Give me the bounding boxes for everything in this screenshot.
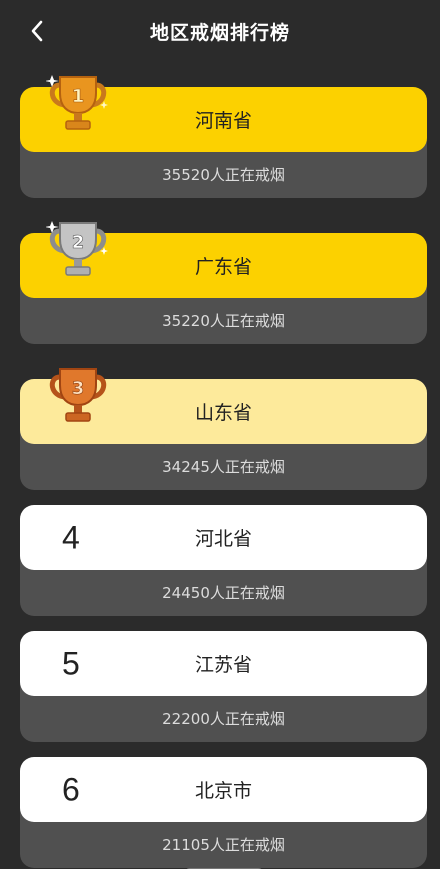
ranking-item-header: 1 河南省	[20, 75, 427, 152]
bronze-trophy-icon: 3	[49, 368, 107, 422]
ranking-item[interactable]: 3 山东省 34245人正在戒烟	[20, 368, 427, 490]
region-name: 北京市	[194, 780, 252, 802]
ranking-item[interactable]: 2 广东省 35220人正在戒烟	[20, 221, 427, 344]
gold-trophy-icon: 1	[46, 75, 108, 130]
region-name: 山东省	[194, 402, 252, 424]
region-name: 广东省	[194, 256, 252, 278]
ranking-item-header: 5 江苏省	[20, 631, 427, 696]
quit-count: 34245人正在戒烟	[162, 458, 285, 476]
svg-text:2: 2	[72, 232, 85, 253]
rank-number: 4	[62, 519, 80, 555]
rank-number: 6	[62, 771, 80, 807]
region-name: 河南省	[194, 110, 252, 132]
region-name: 江苏省	[194, 654, 252, 676]
top-bar: 地区戒烟排行榜	[0, 0, 440, 64]
quit-count: 24450人正在戒烟	[162, 584, 285, 602]
svg-text:1: 1	[72, 86, 85, 107]
silver-trophy-icon: 2	[46, 221, 108, 276]
ranking-item[interactable]: 1 河南省 35520人正在戒烟	[20, 75, 427, 198]
ranking-item-header: 2 广东省	[20, 221, 427, 298]
ranking-item-header: 6 北京市	[20, 757, 427, 822]
quit-count: 22200人正在戒烟	[162, 710, 285, 728]
ranking-item[interactable]: 6 北京市 21105人正在戒烟	[20, 757, 427, 868]
rank-number: 5	[62, 645, 80, 681]
quit-count: 21105人正在戒烟	[162, 836, 285, 854]
ranking-item-header: 4 河北省	[20, 505, 427, 570]
quit-count: 35220人正在戒烟	[162, 312, 285, 330]
page-title: 地区戒烟排行榜	[149, 22, 290, 44]
ranking-item-header: 3 山东省	[20, 368, 427, 444]
ranking-item[interactable]: 5 江苏省 22200人正在戒烟	[20, 631, 427, 742]
svg-text:3: 3	[72, 378, 85, 399]
region-name: 河北省	[194, 528, 252, 550]
ranking-item[interactable]: 4 河北省 24450人正在戒烟	[20, 505, 427, 616]
quit-count: 35520人正在戒烟	[162, 166, 285, 184]
